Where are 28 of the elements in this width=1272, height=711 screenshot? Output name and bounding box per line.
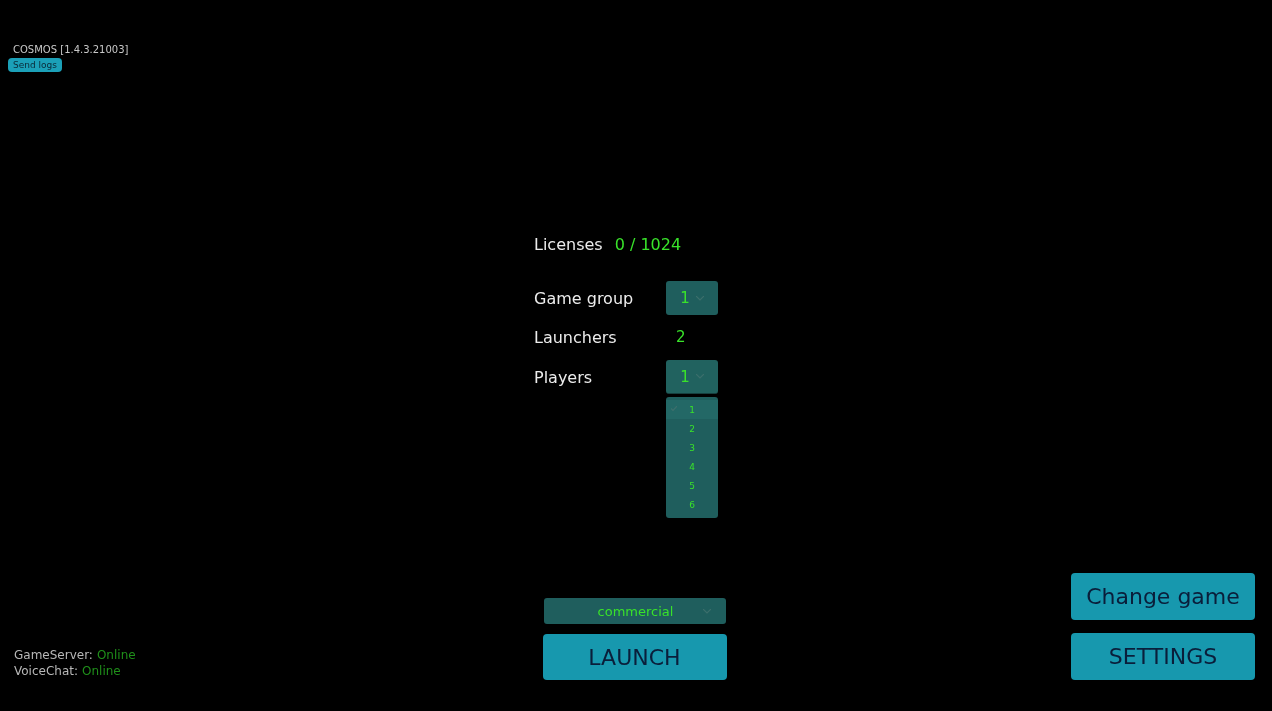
field-label: Game group	[534, 288, 635, 308]
dropdown-option[interactable]: 3	[666, 438, 718, 457]
send-logs-button[interactable]: Send logs	[8, 58, 62, 72]
dropdown[interactable]: 1	[666, 360, 718, 394]
check-icon	[671, 406, 677, 411]
dropdown-option[interactable]: 6	[666, 495, 718, 514]
license-count: 0 / 1024	[614, 234, 682, 254]
dropdown[interactable]: 1	[666, 281, 718, 315]
mode-dropdown[interactable]: commercial	[543, 598, 726, 624]
dropdown-option[interactable]: 4	[666, 457, 718, 476]
status-value: Online	[96, 648, 136, 662]
launcher-count: 2	[676, 328, 686, 346]
field-label: Licenses	[534, 234, 603, 254]
status-label: GameServer:	[14, 648, 93, 662]
status-label: VoiceChat:	[14, 664, 79, 678]
dropdown-option[interactable]: 2	[666, 419, 718, 438]
status-value: Online	[82, 664, 121, 678]
launch-button[interactable]: LAUNCH	[542, 634, 727, 680]
menu-button[interactable]: SETTINGS	[1071, 633, 1255, 680]
caret-icon	[703, 608, 712, 614]
caret-icon	[695, 374, 704, 379]
menu-button[interactable]: Change game	[1071, 573, 1255, 620]
dropdown-option[interactable]: 5	[666, 476, 718, 495]
field-label: Launchers	[534, 327, 618, 347]
dropdown-option[interactable]: 1	[666, 400, 718, 419]
caret-icon	[695, 295, 704, 301]
app-version: COSMOS [1.4.3.21003]	[13, 44, 129, 55]
field-label: Players	[534, 367, 594, 387]
